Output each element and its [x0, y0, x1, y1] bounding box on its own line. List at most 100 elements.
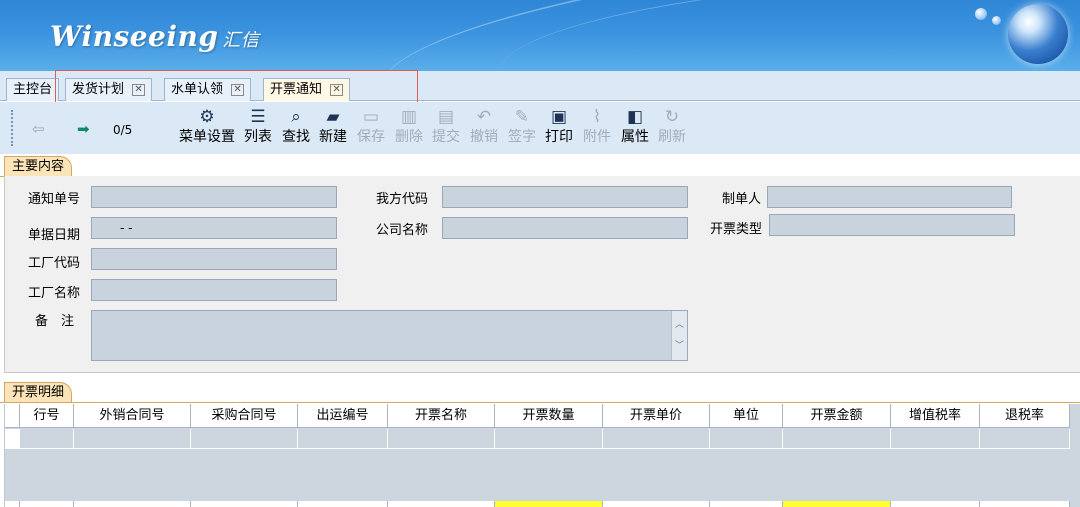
- tab-label: 主控台: [13, 82, 53, 97]
- chevron-down-icon[interactable]: ﹀: [675, 336, 684, 356]
- new-folder-icon: ▰: [326, 107, 340, 127]
- amount-total-cell: [783, 501, 891, 507]
- menu-settings-button[interactable]: ⚙ 菜单设置: [177, 106, 237, 146]
- factory-name-field[interactable]: [91, 279, 337, 301]
- summary-cell: [5, 501, 20, 507]
- column-header[interactable]: 开票名称: [388, 404, 495, 427]
- table-cell[interactable]: [495, 429, 603, 449]
- doc-date-field[interactable]: - -: [91, 217, 337, 239]
- logo-text: Winseeing: [50, 20, 219, 53]
- table-cell[interactable]: [783, 429, 891, 449]
- list-button[interactable]: ☰ 列表: [238, 106, 278, 146]
- table-cell[interactable]: [980, 429, 1070, 449]
- column-header[interactable]: 开票数量: [495, 404, 603, 427]
- summary-cell: [980, 501, 1070, 507]
- new-button[interactable]: ▰ 新建: [313, 106, 353, 146]
- summary-cell: [710, 501, 783, 507]
- section-divider: [0, 402, 1080, 403]
- button-label: 撤销: [470, 129, 498, 145]
- search-button[interactable]: ⌕ 查找: [276, 106, 316, 146]
- summary-cell: [74, 501, 191, 507]
- properties-button[interactable]: ◧ 属性: [615, 106, 655, 146]
- company-name-field[interactable]: [442, 217, 688, 239]
- factory-code-field[interactable]: [91, 248, 337, 270]
- button-label: 保存: [357, 129, 385, 145]
- quantity-total-cell: [495, 501, 603, 507]
- table-cell[interactable]: [710, 429, 783, 449]
- table-cell[interactable]: [388, 429, 495, 449]
- table-cell[interactable]: [298, 429, 388, 449]
- button-label: 刷新: [658, 129, 686, 145]
- column-header[interactable]: 开票金额: [783, 404, 891, 427]
- undo-icon: ↶: [476, 107, 492, 127]
- doc-date-label: 单据日期: [28, 228, 81, 243]
- clipboard-check-icon: ▤: [437, 107, 455, 127]
- table-cell[interactable]: [74, 429, 191, 449]
- save-icon: ▭: [362, 107, 380, 127]
- printer-icon: ▣: [550, 107, 568, 127]
- toolbar-grip[interactable]: [11, 110, 13, 146]
- arrow-left-icon[interactable]: ⇦: [32, 120, 45, 138]
- globe-icon: [1008, 4, 1068, 64]
- column-header[interactable]: 单位: [710, 404, 783, 427]
- remark-textarea[interactable]: ︿ ﹀: [91, 310, 688, 361]
- submit-button[interactable]: ▤ 提交: [426, 106, 466, 146]
- our-code-field[interactable]: [442, 186, 688, 208]
- column-header[interactable]: 增值税率: [891, 404, 980, 427]
- company-name-label: 公司名称: [376, 223, 429, 238]
- button-label: 签字: [508, 129, 536, 145]
- attachment-button[interactable]: ⌇ 附件: [577, 106, 617, 146]
- column-header[interactable]: 开票单价: [603, 404, 710, 427]
- notice-no-field[interactable]: [91, 186, 337, 208]
- button-label: 删除: [395, 129, 423, 145]
- invoice-type-field[interactable]: [769, 214, 1015, 236]
- column-header[interactable]: 外销合同号: [74, 404, 191, 427]
- column-header[interactable]: 采购合同号: [191, 404, 298, 427]
- paperclip-icon: ⌇: [592, 107, 602, 127]
- search-icon: ⌕: [291, 107, 301, 127]
- button-label: 菜单设置: [179, 129, 235, 145]
- table-cell[interactable]: [603, 429, 710, 449]
- main-form-panel: 通知单号 单据日期 - - 工厂代码 工厂名称 备 注 ︿ ﹀ 我方代码 公司名…: [4, 176, 1080, 373]
- our-code-label: 我方代码: [376, 192, 429, 207]
- creator-field[interactable]: [767, 186, 1012, 208]
- factory-name-label: 工厂名称: [28, 286, 81, 301]
- tab-main-console[interactable]: 主控台: [6, 78, 60, 101]
- print-button[interactable]: ▣ 打印: [539, 106, 579, 146]
- remark-label: 备 注: [35, 314, 75, 329]
- summary-cell: [191, 501, 298, 507]
- summary-cell: [388, 501, 495, 507]
- section-title: 开票明细: [12, 385, 65, 400]
- table-row[interactable]: [5, 429, 1070, 449]
- record-counter: 0/5: [113, 123, 133, 137]
- undo-button[interactable]: ↶ 撤销: [464, 106, 504, 146]
- button-label: 打印: [545, 129, 573, 145]
- summary-cell: [891, 501, 980, 507]
- summary-cell: [298, 501, 388, 507]
- table-cell[interactable]: [191, 429, 298, 449]
- remark-scrollbar[interactable]: ︿ ﹀: [671, 311, 687, 360]
- bubble-decoration: [975, 8, 987, 20]
- column-header[interactable]: 退税率: [980, 404, 1070, 427]
- button-label: 新建: [319, 129, 347, 145]
- main-content-section-header: 主要内容: [4, 156, 73, 177]
- column-header[interactable]: 行号: [20, 404, 74, 427]
- section-title: 主要内容: [12, 159, 65, 174]
- button-label: 提交: [432, 129, 460, 145]
- column-header[interactable]: 出运编号: [298, 404, 388, 427]
- save-button[interactable]: ▭ 保存: [351, 106, 391, 146]
- delete-button[interactable]: ▥ 删除: [389, 106, 429, 146]
- app-logo: Winseeing 汇信: [50, 20, 259, 53]
- table-cell[interactable]: [20, 429, 74, 449]
- bubble-decoration: [992, 16, 1001, 25]
- row-indicator[interactable]: [5, 429, 20, 449]
- table-cell[interactable]: [891, 429, 980, 449]
- chevron-up-icon[interactable]: ︿: [675, 315, 684, 335]
- arrow-right-icon[interactable]: ➡: [77, 120, 90, 138]
- refresh-icon: ↻: [664, 107, 680, 127]
- summary-cell: [20, 501, 74, 507]
- refresh-button[interactable]: ↻ 刷新: [652, 106, 692, 146]
- invoice-detail-grid: 行号 外销合同号 采购合同号 出运编号 开票名称 开票数量 开票单价 单位 开票…: [4, 404, 1080, 507]
- button-label: 属性: [621, 129, 649, 145]
- sign-button[interactable]: ✎ 签字: [502, 106, 542, 146]
